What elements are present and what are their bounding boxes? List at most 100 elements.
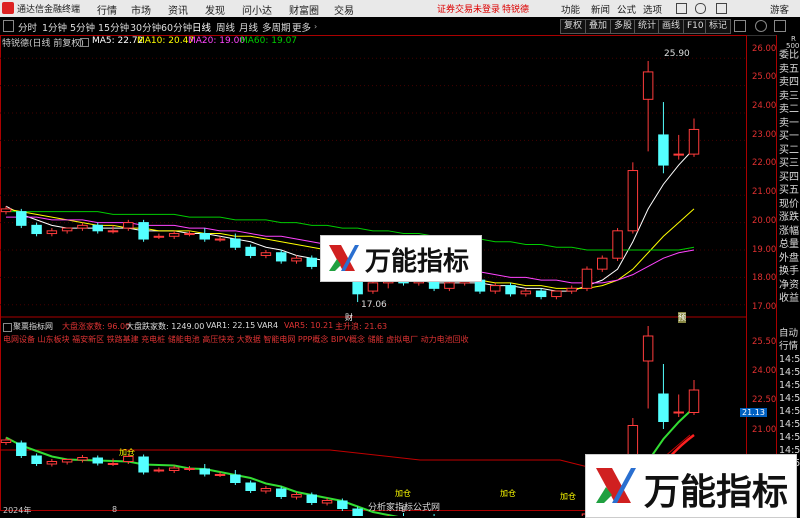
menu-faxian[interactable]: 发现 xyxy=(205,2,225,17)
date-label: 9 xyxy=(401,505,407,514)
fuquan-button[interactable]: 复权 xyxy=(560,19,587,34)
sub-candle-body xyxy=(275,488,287,497)
sub-candle-body xyxy=(61,459,73,463)
sub-candle-body xyxy=(658,393,669,422)
tick-item: 14:5 xyxy=(779,393,800,404)
layout-icon[interactable] xyxy=(734,20,746,32)
quote-label: 外盘 xyxy=(779,252,799,264)
tab-5min[interactable]: 5分钟 xyxy=(70,20,95,34)
settings-icon[interactable] xyxy=(695,3,706,14)
menu-jiaoyi[interactable]: 交易 xyxy=(334,2,354,17)
duogu-button[interactable]: 多股 xyxy=(610,19,637,34)
tab-fenshi[interactable]: 分时 xyxy=(18,20,37,34)
biaoji-button[interactable]: 标记 xyxy=(705,19,732,34)
tab-day[interactable]: 日线 xyxy=(192,20,211,34)
diejia-button[interactable]: 叠加 xyxy=(585,19,612,34)
login-status[interactable]: 证券交易未登录 xyxy=(437,2,500,15)
candle-body xyxy=(566,287,577,292)
quote-label: 卖三 xyxy=(779,90,799,102)
menu-xinwen[interactable]: 新闻 xyxy=(591,2,610,16)
search-icon[interactable] xyxy=(755,20,767,32)
settings-icon[interactable] xyxy=(3,323,12,332)
tongji-button[interactable]: 统计 xyxy=(634,19,661,34)
candle-body xyxy=(520,290,532,295)
side-panel: R 500 委比 卖五 卖四 卖三 卖二 卖一 买一 买二 买三 买四 买五 现价 涨跌 涨幅 总量 外盘 换手… xyxy=(776,35,800,516)
tick-item: 14:5 xyxy=(779,367,800,378)
watermark-logo-icon xyxy=(329,245,359,271)
candle-body xyxy=(184,233,195,236)
message-icon[interactable] xyxy=(716,3,727,14)
candle-body xyxy=(214,238,226,241)
tab-more[interactable]: 更多 xyxy=(292,20,311,34)
axis-tick: 18.00 xyxy=(752,273,777,283)
app-logo-icon xyxy=(2,2,14,14)
guest-label[interactable]: 游客 xyxy=(770,2,789,16)
tab-15min[interactable]: 15分钟 xyxy=(98,20,129,34)
stock-tag[interactable]: 特锐德 xyxy=(502,2,529,15)
tick-item: 14:5 xyxy=(779,419,800,430)
dapan-up: 大盘涨家数: 96.00 xyxy=(62,322,131,331)
sub-candle-body xyxy=(77,457,88,461)
tick-item: 14:5 xyxy=(779,354,800,365)
back-icon[interactable] xyxy=(3,20,14,32)
quote-label: 涨幅 xyxy=(779,225,799,237)
title-bar: 通达信金融终端 行情 市场 资讯 发现 问小达 财富圈 交易 证券交易未登录 特… xyxy=(0,0,800,18)
tick-item: 14:5 xyxy=(779,432,800,443)
menu-xuanxiang[interactable]: 选项 xyxy=(643,2,662,16)
menu-hangqing[interactable]: 行情 xyxy=(97,2,117,17)
sub-candle-body xyxy=(107,463,119,465)
tab-multi[interactable]: 多周期 xyxy=(262,20,291,34)
sub-candle-body xyxy=(0,439,12,443)
tab-30min[interactable]: 30分钟 xyxy=(130,20,161,34)
menu-shichang[interactable]: 市场 xyxy=(131,2,151,17)
watermark-badge: 万能指标 xyxy=(320,235,482,282)
tab-60min[interactable]: 60分钟 xyxy=(161,20,192,34)
quote-label: 委比 xyxy=(779,50,799,61)
menu-gongshi[interactable]: 公式 xyxy=(617,2,636,16)
sub-candle-body xyxy=(214,474,226,476)
jiacang-label: 加仓 xyxy=(560,492,576,501)
sub-candle-body xyxy=(168,467,180,471)
tab-month[interactable]: 月线 xyxy=(239,20,258,34)
tick-item[interactable]: 行情 xyxy=(779,340,800,353)
menu-zixun[interactable]: 资讯 xyxy=(168,2,188,17)
sub-value-tag: 21.13 xyxy=(740,408,767,417)
sub-candle-body xyxy=(291,494,302,498)
sub-candle-body xyxy=(16,442,27,456)
tick-item[interactable]: 自动 xyxy=(779,327,800,340)
axis-tick: 19.00 xyxy=(752,245,777,255)
axis-tick: 22.00 xyxy=(752,158,777,168)
quote-label: 卖四 xyxy=(779,77,799,88)
sub-candle-body xyxy=(306,494,318,503)
axis-tick: 21.00 xyxy=(752,187,777,197)
axis-tick: 26.00 xyxy=(752,44,777,54)
quote-label: 卖五 xyxy=(779,63,799,75)
candle-body xyxy=(230,238,241,248)
candle-body xyxy=(306,257,318,267)
tab-week[interactable]: 周线 xyxy=(216,20,235,34)
quote-label: 买五 xyxy=(779,185,799,196)
axis-tick: 21.00 xyxy=(752,425,777,435)
tick-item: 14:5 xyxy=(779,406,800,417)
menu-gongneng[interactable]: 功能 xyxy=(561,2,580,16)
concept-list: 电网设备 山东板块 福安新区 铁路基建 充电桩 储能电池 高压快充 大数据 智能… xyxy=(3,335,469,344)
chevron-down-icon[interactable]: › xyxy=(314,22,317,31)
f10-button[interactable]: F10 xyxy=(683,19,708,34)
tab-1min[interactable]: 1分钟 xyxy=(42,20,67,34)
window-icon[interactable] xyxy=(676,3,687,14)
menu-wenxiaoda[interactable]: 问小达 xyxy=(242,2,272,17)
quote-label: 换手 xyxy=(779,266,799,277)
candle-body xyxy=(199,233,210,240)
candle-body xyxy=(0,208,12,213)
sub-info: 聚票指标网 大盘涨家数: 96.00 大盘跌家数: 1249.00 VAR1: … xyxy=(0,321,745,347)
quote-label: 买一 xyxy=(779,131,799,142)
grid-icon[interactable] xyxy=(774,20,786,32)
candle-body xyxy=(581,268,593,289)
axis-tick: 23.00 xyxy=(752,130,777,140)
huaxian-button[interactable]: 画线 xyxy=(658,19,685,34)
sub-candle-body xyxy=(245,482,256,491)
candle-body xyxy=(658,134,669,166)
menu-caifuquan[interactable]: 财富圈 xyxy=(289,2,319,17)
quote-label: 总量 xyxy=(779,239,799,250)
candle-body xyxy=(107,230,119,233)
